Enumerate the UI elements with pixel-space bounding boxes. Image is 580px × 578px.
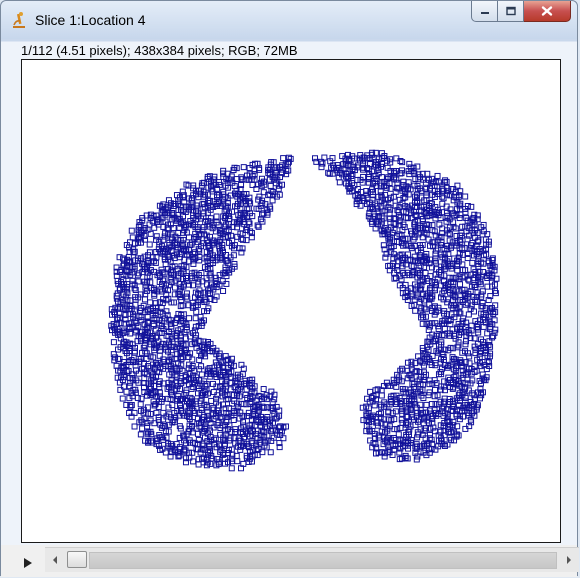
image-canvas[interactable] bbox=[21, 59, 561, 543]
play-icon bbox=[24, 558, 32, 568]
maximize-icon bbox=[505, 6, 516, 16]
scrollbar-thumb[interactable] bbox=[67, 551, 87, 568]
minimize-button[interactable] bbox=[471, 1, 498, 22]
slice-scrollbar[interactable] bbox=[45, 547, 579, 572]
scrollbar-track[interactable] bbox=[89, 552, 557, 569]
scroll-left-icon bbox=[53, 556, 57, 564]
maximize-button[interactable] bbox=[498, 1, 524, 22]
image-window: Slice 1:Location 4 1/112 (4.51 pixels); … bbox=[0, 0, 579, 577]
image-info-line: 1/112 (4.51 pixels); 438x384 pixels; RGB… bbox=[21, 43, 298, 58]
close-button[interactable] bbox=[524, 1, 571, 22]
window-title: Slice 1:Location 4 bbox=[35, 12, 146, 28]
scroll-right-icon bbox=[567, 556, 571, 564]
close-icon bbox=[541, 6, 553, 16]
scroll-left-button[interactable] bbox=[45, 548, 65, 572]
minimize-icon bbox=[480, 12, 489, 14]
lung-overlay-image bbox=[108, 149, 500, 472]
mask-boxes bbox=[108, 149, 500, 472]
microscope-icon[interactable] bbox=[11, 11, 27, 29]
play-button[interactable] bbox=[23, 556, 33, 568]
caption-buttons bbox=[471, 1, 571, 23]
title-bar[interactable]: Slice 1:Location 4 bbox=[1, 1, 577, 39]
scroll-right-button[interactable] bbox=[559, 548, 579, 572]
